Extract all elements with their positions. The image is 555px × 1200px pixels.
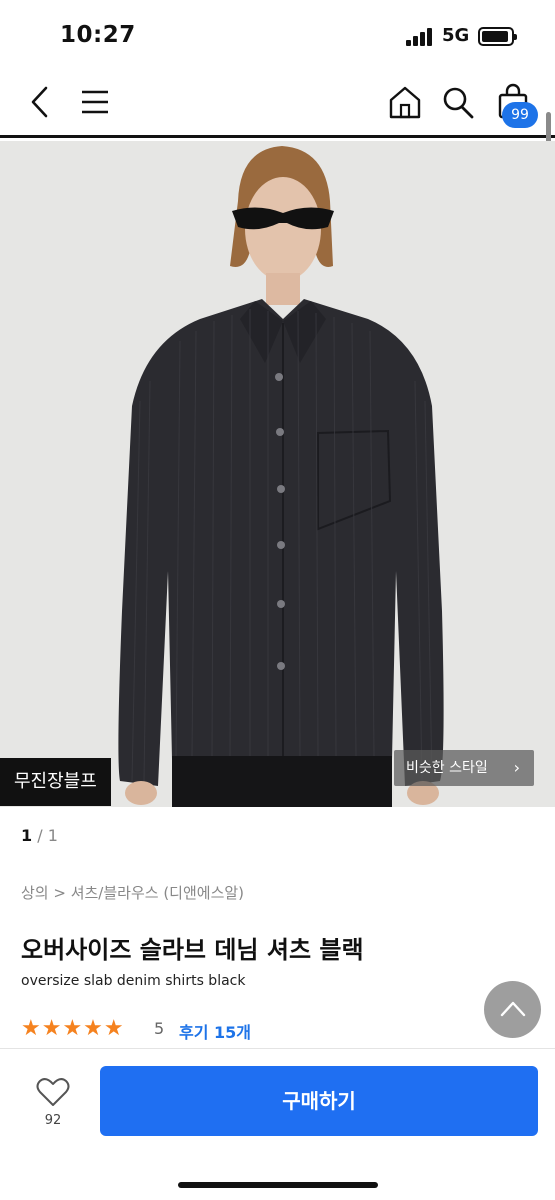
menu-icon[interactable] (80, 88, 110, 116)
review-count-link[interactable]: 후기 15개 (179, 1019, 251, 1043)
rating-value: 5 (154, 1019, 165, 1038)
home-indicator (178, 1182, 378, 1188)
chevron-up-icon (500, 1001, 526, 1017)
chevron-right-icon: › (513, 758, 520, 777)
status-bar: 10:27 5G (0, 0, 555, 72)
product-image[interactable] (0, 141, 555, 807)
cart-badge[interactable]: 99 (502, 102, 538, 128)
similar-style-button[interactable]: 비슷한 스타일 › (394, 750, 534, 786)
pagination-total: / 1 (37, 826, 58, 845)
product-subtitle: oversize slab denim shirts black (21, 973, 246, 989)
similar-style-label: 비슷한 스타일 (406, 760, 488, 776)
home-icon[interactable] (388, 84, 422, 120)
buy-button[interactable]: 구매하기 (100, 1066, 538, 1136)
heart-icon[interactable] (36, 1077, 70, 1107)
status-time: 10:27 (60, 22, 136, 48)
signal-icon (406, 28, 434, 46)
like-count: 92 (44, 1113, 62, 1128)
back-icon[interactable] (26, 84, 56, 120)
scroll-to-top-button[interactable] (484, 981, 541, 1038)
nav-bar: 99 (0, 72, 555, 138)
brand-tag: 무진장블프 (0, 758, 111, 806)
search-icon[interactable] (441, 84, 475, 120)
bottom-action-bar: 92 구매하기 (0, 1048, 555, 1200)
pagination-current: 1 (21, 826, 33, 845)
network-label: 5G (442, 25, 470, 46)
product-title: 오버사이즈 슬라브 데님 셔츠 블랙 (21, 936, 364, 964)
image-pagination: 1 / 1 (21, 826, 58, 845)
battery-icon (478, 27, 517, 46)
breadcrumb[interactable]: 상의 > 셔츠/블라우스 (디앤에스알) (21, 882, 244, 903)
product-photo (0, 141, 555, 807)
star-rating-icon: ★★★★★ (21, 1016, 125, 1041)
